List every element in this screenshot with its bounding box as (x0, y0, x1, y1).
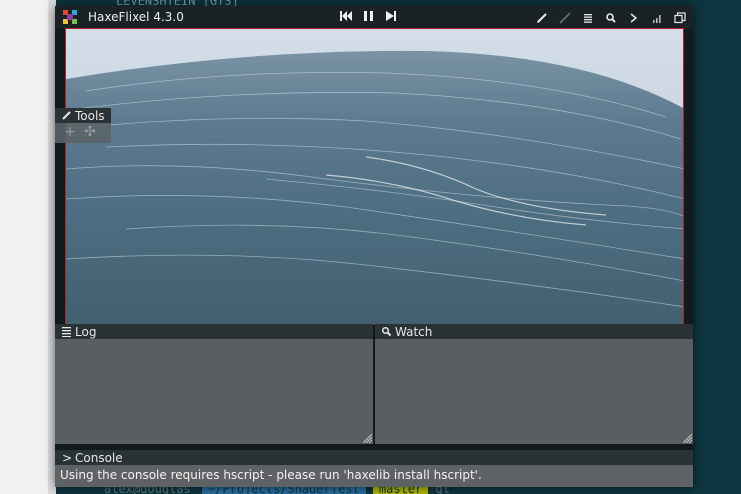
stats-bars-icon[interactable] (650, 10, 664, 24)
ocean-scene (66, 29, 683, 324)
watch-panel[interactable] (375, 339, 693, 444)
window-title: HaxeFlixel 4.3.0 (88, 10, 184, 24)
console-message: Using the console requires hscript - ple… (60, 468, 482, 482)
magnifier-icon[interactable] (604, 10, 618, 24)
pause-icon[interactable] (363, 10, 375, 22)
pencil-icon (62, 111, 71, 120)
windows-icon[interactable] (673, 10, 687, 24)
console-icon: > (62, 451, 73, 465)
watch-panel-header[interactable]: Watch (375, 324, 693, 339)
log-label: Log (75, 325, 97, 339)
haxeflixel-logo-icon (63, 10, 77, 24)
debugger-titlebar: HaxeFlixel 4.3.0 (55, 6, 693, 28)
move-tool-icon[interactable]: ✣ (83, 125, 97, 139)
resize-handle-icon[interactable] (363, 434, 372, 443)
resize-handle-icon[interactable] (683, 434, 692, 443)
pointer-tool-icon[interactable]: + (63, 125, 77, 139)
pencil-icon[interactable] (535, 10, 549, 24)
log-panel-header[interactable]: Log (55, 324, 373, 339)
haxeflixel-window: HaxeFlixel 4.3.0 Tools + ✣ Log Watch > C… (55, 6, 693, 487)
list-icon[interactable] (581, 10, 595, 24)
console-panel-header[interactable]: > Console (55, 450, 693, 465)
line-icon[interactable] (558, 10, 572, 24)
magnifier-icon (381, 326, 392, 337)
rewind-icon[interactable] (340, 10, 353, 22)
tools-panel: + ✣ (55, 123, 111, 143)
watch-label: Watch (395, 325, 433, 339)
console-panel[interactable]: Using the console requires hscript - ple… (55, 465, 693, 487)
tools-label: Tools (75, 109, 105, 123)
step-forward-icon[interactable] (385, 10, 397, 22)
console-label: Console (75, 451, 123, 465)
playback-controls (340, 10, 397, 22)
list-icon (62, 327, 71, 337)
debugger-toggles (535, 10, 687, 24)
tools-panel-header[interactable]: Tools (55, 108, 111, 123)
log-panel[interactable] (55, 339, 373, 444)
console-icon[interactable] (627, 10, 641, 24)
game-viewport[interactable] (65, 28, 684, 325)
